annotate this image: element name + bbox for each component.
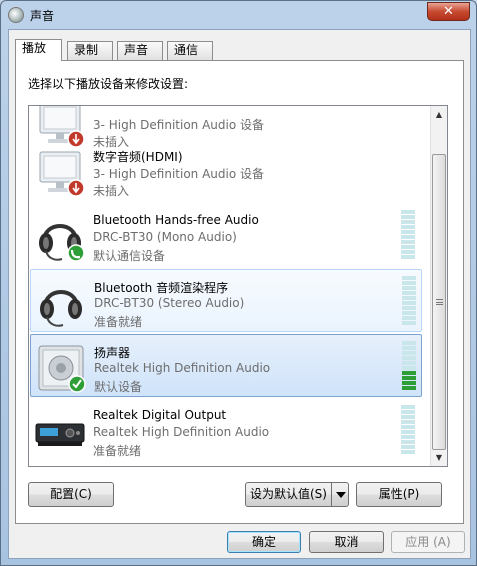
dialog-client-area: 播放 录制 声音 通信 选择以下播放设备来修改设置: 3- High Defin…: [8, 29, 471, 559]
level-segment: [401, 450, 415, 454]
level-segment: [402, 341, 416, 345]
level-segment: [401, 415, 415, 419]
instruction-text: 选择以下播放设备来修改设置:: [28, 77, 189, 91]
volume-level-meter: [402, 276, 416, 328]
level-segment: [402, 316, 416, 320]
set-default-dropdown-icon[interactable]: [331, 483, 348, 506]
level-segment: [401, 255, 415, 259]
level-segment: [402, 276, 416, 280]
sound-dialog: 声音 ✕ 播放 录制 声音 通信 选择以下播放设备来修改设置: 3- High …: [0, 0, 477, 566]
device-desc: 3- High Definition Audio 设备: [93, 118, 265, 132]
level-segment: [401, 440, 415, 444]
level-segment: [402, 361, 416, 365]
level-segment: [401, 425, 415, 429]
level-segment: [401, 240, 415, 244]
apply-button[interactable]: 应用 (A): [391, 531, 465, 553]
digital-output-icon: [35, 423, 85, 446]
level-segment: [401, 250, 415, 254]
level-segment: [401, 220, 415, 224]
device-status: 默认通信设备: [93, 249, 166, 263]
properties-button[interactable]: 属性(P): [356, 482, 442, 507]
level-segment: [401, 235, 415, 239]
device-row[interactable]: 数字音频(HDMI) 3- High Definition Audio 设备 未插入: [30, 139, 422, 202]
tab-playback[interactable]: 播放: [15, 39, 62, 61]
scroll-down-arrow-icon[interactable]: ▼: [431, 449, 447, 466]
level-segment: [401, 410, 415, 414]
level-segment: [402, 286, 416, 290]
device-status: 默认设备: [94, 380, 143, 394]
volume-level-meter: [402, 341, 416, 393]
level-segment: [401, 225, 415, 229]
level-segment: [401, 420, 415, 424]
vertical-scrollbar[interactable]: ▲ ▼: [430, 106, 447, 466]
device-desc: Realtek High Definition Audio: [94, 361, 271, 375]
window-title: 声音: [30, 9, 55, 23]
device-desc: DRC-BT30 (Mono Audio): [93, 230, 237, 244]
level-segment: [402, 311, 416, 315]
level-segment: [402, 356, 416, 360]
speaker-icon: [38, 345, 86, 393]
level-segment: [401, 445, 415, 449]
tab-recording[interactable]: 录制: [67, 41, 113, 60]
level-segment: [402, 366, 416, 370]
device-desc: 3- High Definition Audio 设备: [93, 167, 265, 181]
level-segment: [402, 281, 416, 285]
level-segment: [402, 386, 416, 390]
configure-button[interactable]: 配置(C): [28, 482, 114, 507]
headset-icon: [40, 290, 82, 327]
grip-icon: [436, 299, 443, 305]
level-segment: [401, 210, 415, 214]
level-segment: [401, 435, 415, 439]
device-row[interactable]: 扬声器 Realtek High Definition Audio 默认设备: [30, 334, 422, 397]
level-segment: [402, 351, 416, 355]
monitor-icon: [39, 151, 85, 197]
level-segment: [401, 405, 415, 409]
playback-device-list[interactable]: 3- High Definition Audio 设备 未插入 数字音频(HDMI)…: [28, 105, 448, 467]
level-segment: [402, 346, 416, 350]
volume-level-meter: [401, 210, 415, 262]
volume-level-meter: [401, 405, 415, 457]
headset-icon: [39, 224, 85, 262]
level-segment: [401, 245, 415, 249]
level-segment: [401, 230, 415, 234]
device-name: Realtek Digital Output: [93, 408, 227, 422]
device-row[interactable]: Bluetooth Hands-free Audio DRC-BT30 (Mono…: [30, 204, 422, 267]
level-segment: [401, 215, 415, 219]
level-segment: [402, 301, 416, 305]
device-name: Bluetooth 音频渲染程序: [94, 281, 229, 295]
level-segment: [401, 430, 415, 434]
scroll-up-arrow-icon[interactable]: ▲: [431, 106, 447, 123]
device-name: Bluetooth Hands-free Audio: [93, 213, 259, 227]
device-desc: DRC-BT30 (Stereo Audio): [94, 296, 245, 310]
scrollbar-thumb[interactable]: [432, 154, 446, 450]
level-segment: [402, 291, 416, 295]
device-name: 扬声器: [94, 346, 131, 360]
close-button[interactable]: ✕: [427, 2, 470, 21]
set-default-button[interactable]: 设为默认值(S): [245, 482, 349, 507]
device-row[interactable]: Bluetooth 音频渲染程序 DRC-BT30 (Stereo Audio) 准…: [30, 269, 422, 332]
device-desc: Realtek High Definition Audio: [93, 425, 270, 439]
cancel-button[interactable]: 取消: [309, 531, 384, 553]
level-segment: [402, 306, 416, 310]
playback-panel: 选择以下播放设备来修改设置: 3- High Definition Audio …: [15, 60, 464, 524]
speaker-app-icon: [8, 7, 24, 23]
device-status: 准备就绪: [93, 444, 142, 458]
level-segment: [402, 321, 416, 325]
title-bar[interactable]: 声音 ✕: [1, 1, 476, 29]
ok-button[interactable]: 确定: [227, 531, 301, 553]
level-segment: [402, 381, 416, 385]
tab-communications[interactable]: 通信: [167, 41, 213, 60]
level-segment: [402, 371, 416, 375]
device-status: 准备就绪: [94, 315, 143, 329]
device-name: 数字音频(HDMI): [93, 150, 183, 164]
set-default-label: 设为默认值(S): [250, 487, 327, 501]
tab-sounds[interactable]: 声音: [117, 41, 163, 60]
device-status: 未插入: [93, 184, 130, 198]
level-segment: [402, 376, 416, 380]
device-row[interactable]: Realtek Digital Output Realtek High Defin…: [30, 399, 422, 462]
level-segment: [402, 296, 416, 300]
